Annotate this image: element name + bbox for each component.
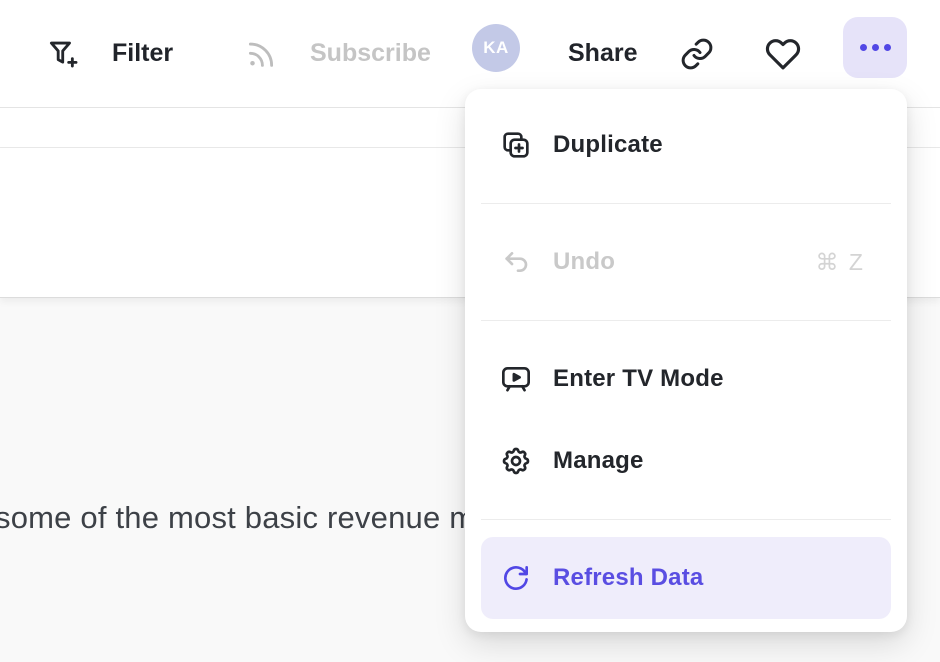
menu-item-label: Enter TV Mode [553, 365, 724, 393]
rss-icon [244, 37, 278, 71]
menu-item-label: Manage [553, 447, 644, 475]
shortcut-badge: ⌘ Z [816, 249, 865, 276]
filter-label: Filter [112, 39, 173, 68]
menu-divider [481, 320, 891, 321]
filter-plus-icon [46, 37, 80, 71]
refresh-icon [499, 561, 533, 595]
link-icon [679, 36, 715, 72]
menu-divider [481, 519, 891, 520]
more-options-button[interactable] [843, 17, 907, 78]
menu-item-enter-tv-mode[interactable]: Enter TV Mode [481, 338, 891, 420]
menu-item-label: Duplicate [553, 131, 663, 159]
duplicate-icon [499, 128, 533, 162]
menu-item-undo[interactable]: Undo ⌘ Z [481, 221, 891, 303]
undo-icon [499, 245, 533, 279]
menu-item-label: Refresh Data [553, 564, 703, 592]
menu-item-label: Undo [553, 248, 615, 276]
gear-icon [499, 444, 533, 478]
app-window: some of the most basic revenue m Filter … [0, 0, 940, 662]
ellipsis-icon [860, 44, 867, 51]
more-options-menu: Duplicate Undo ⌘ Z Enter TV M [465, 89, 907, 632]
menu-divider [481, 203, 891, 204]
avatar-initials: KA [483, 38, 509, 58]
subscribe-label: Subscribe [310, 39, 431, 68]
menu-item-duplicate[interactable]: Duplicate [481, 104, 891, 186]
tv-mode-icon [499, 362, 533, 396]
dashboard-text-fragment: some of the most basic revenue m [0, 500, 475, 536]
heart-icon [764, 35, 802, 73]
share-label: Share [568, 39, 637, 68]
avatar[interactable]: KA [472, 24, 520, 72]
subscribe-button[interactable]: Subscribe [244, 0, 431, 107]
filter-button[interactable]: Filter [46, 0, 173, 107]
menu-item-manage[interactable]: Manage [481, 420, 891, 502]
menu-item-refresh-data[interactable]: Refresh Data [481, 537, 891, 619]
